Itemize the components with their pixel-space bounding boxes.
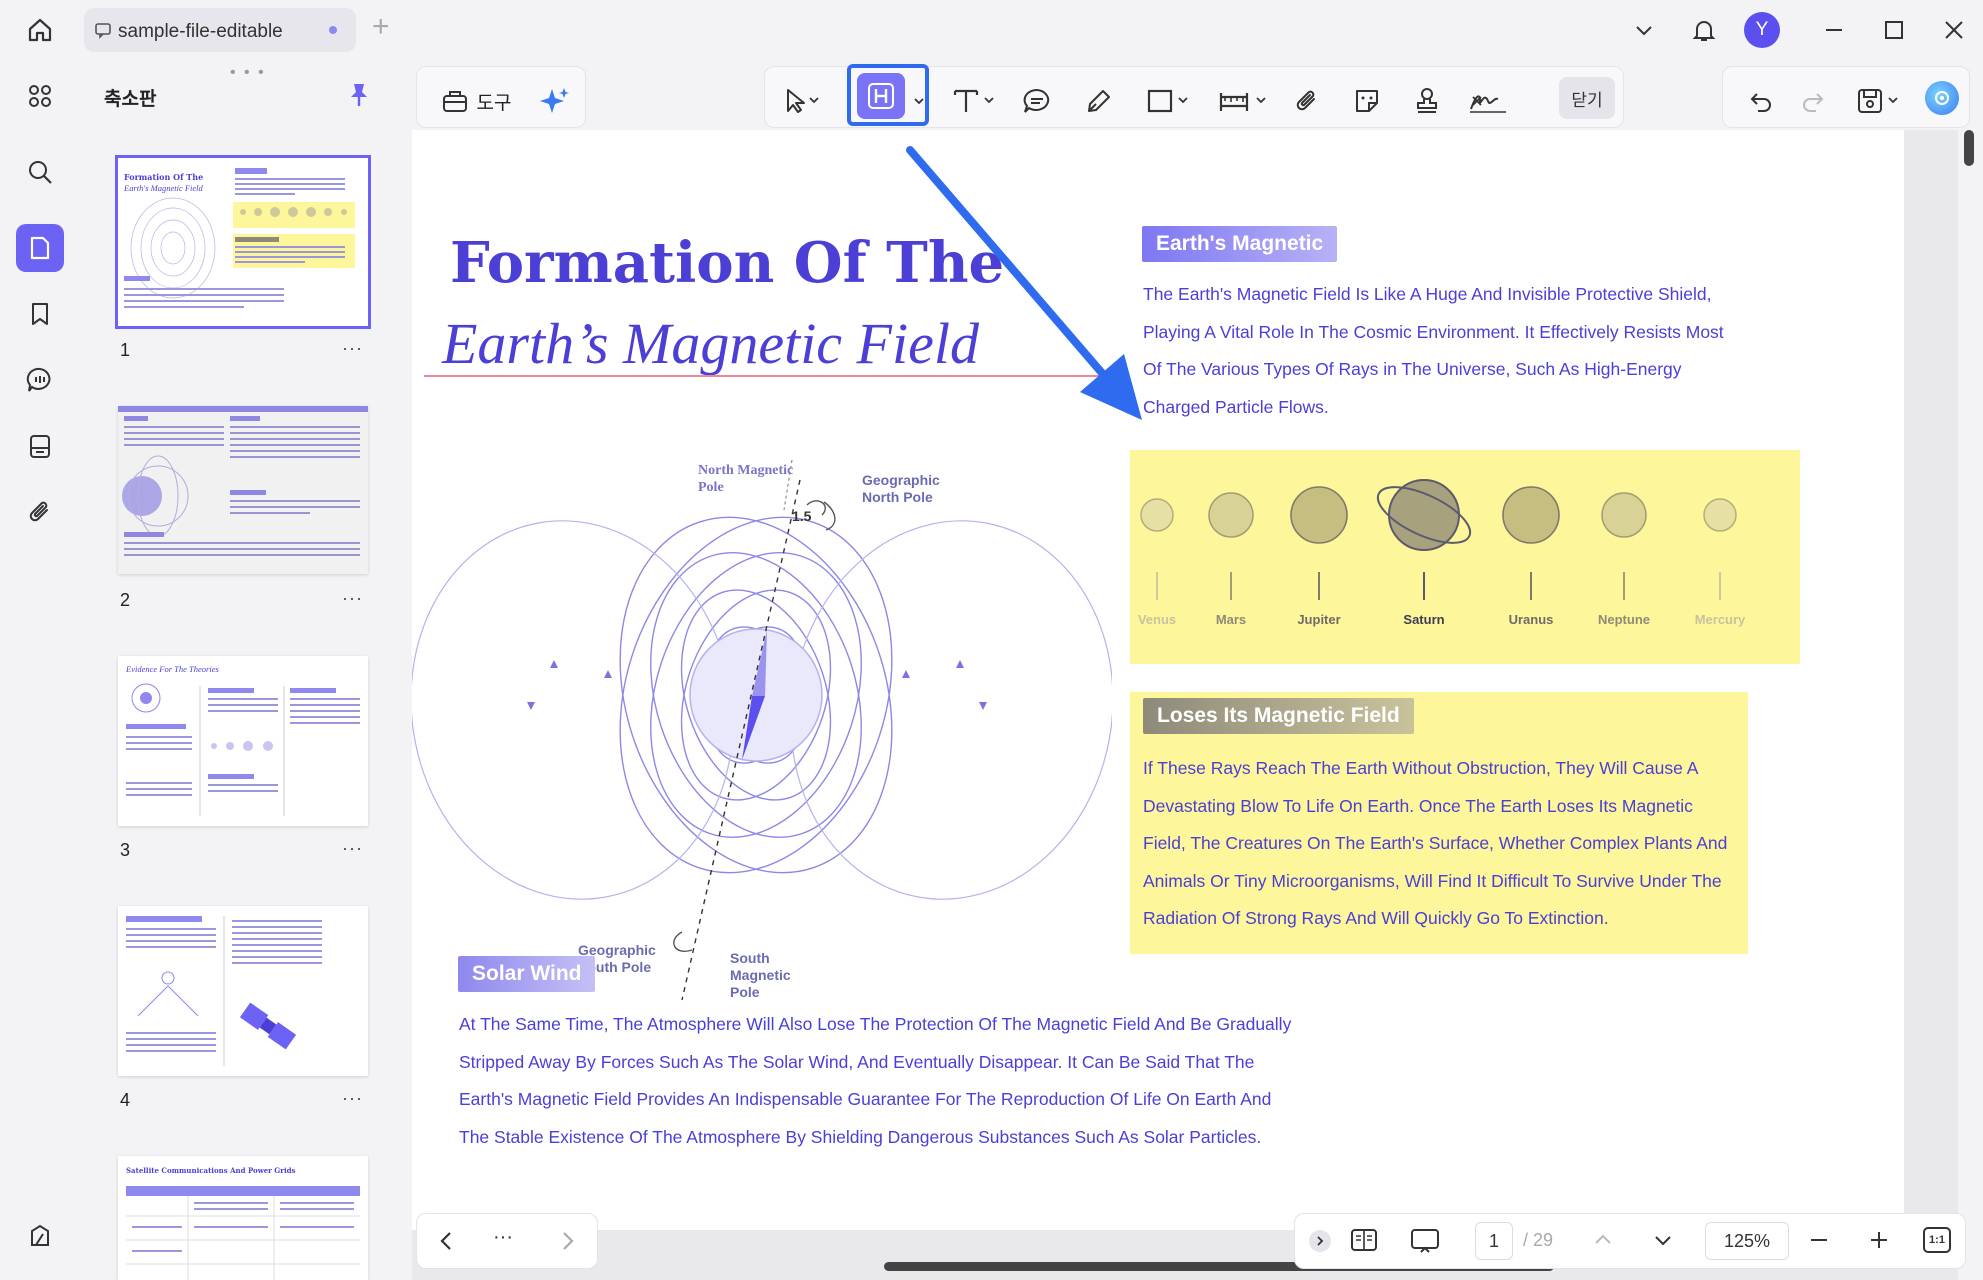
page-more-button-4[interactable]: ···: [342, 1088, 363, 1109]
tools-label: 도구: [476, 92, 512, 114]
page-number-2: 2: [120, 590, 131, 610]
close-icon[interactable]: [1934, 10, 1974, 50]
comments-icon[interactable]: [16, 356, 64, 404]
new-tab-button[interactable]: +: [372, 10, 390, 44]
total-pages-label: / 29: [1523, 1230, 1554, 1250]
page-number-4: 4: [120, 1090, 131, 1110]
page-thumbnail-2[interactable]: [118, 406, 368, 574]
search-icon[interactable]: [16, 148, 64, 196]
current-page-input[interactable]: 1: [1475, 1222, 1513, 1260]
comment-icon: [94, 21, 112, 39]
redo-icon[interactable]: [1793, 77, 1833, 125]
sticker-icon[interactable]: [1345, 77, 1389, 125]
page-thumbnail-1[interactable]: Formation Of The Earth's Magnetic Field: [115, 155, 371, 329]
document-tab[interactable]: sample-file-editable: [84, 8, 356, 52]
comment-icon[interactable]: [1015, 77, 1059, 125]
home-icon[interactable]: [20, 10, 60, 50]
page-more-button-1[interactable]: ···: [342, 338, 363, 359]
rectangle-icon[interactable]: [1137, 77, 1197, 125]
bell-icon[interactable]: [1684, 10, 1724, 50]
pin-icon[interactable]: [348, 82, 370, 108]
text-icon[interactable]: [943, 77, 1003, 125]
page-more-button-3[interactable]: ···: [342, 838, 363, 859]
collapse-chevron-icon[interactable]: [1309, 1230, 1331, 1252]
attachment-icon[interactable]: [1285, 77, 1329, 125]
user-avatar[interactable]: Y: [1744, 12, 1780, 48]
chevron-down-icon[interactable]: [1624, 10, 1664, 50]
zoom-level-field[interactable]: 125%: [1705, 1222, 1789, 1260]
thumbnails-icon[interactable]: [16, 224, 64, 272]
maximize-icon[interactable]: [1874, 10, 1914, 50]
page-up-chevron-icon[interactable]: [1591, 1228, 1615, 1252]
ai-sparkle-icon[interactable]: [535, 77, 575, 125]
highlight-icon[interactable]: [857, 73, 905, 119]
minimize-icon[interactable]: [1814, 10, 1854, 50]
page-number-3: 3: [120, 840, 131, 860]
undo-icon[interactable]: [1741, 77, 1781, 125]
panel-drag-handle[interactable]: • • •: [230, 64, 266, 82]
signature-icon[interactable]: [1463, 77, 1513, 125]
panel-title: 축소판: [104, 89, 157, 110]
page-thumbnail-5[interactable]: Satellite Communications And Power Grids: [118, 1156, 368, 1280]
form-icon[interactable]: [16, 422, 64, 470]
bookmark-icon[interactable]: [16, 290, 64, 338]
vertical-scrollbar-thumb[interactable]: [1964, 130, 1974, 166]
previous-icon[interactable]: [435, 1228, 459, 1254]
page-thumbnail-3[interactable]: Evidence For The Theories: [118, 656, 368, 826]
pdf-page: Formation Of The Earth’s Magnetic Field: [412, 130, 1904, 1230]
more-options-button[interactable]: ···: [493, 1226, 513, 1249]
title-bar: sample-file-editable + Y: [0, 0, 1983, 58]
two-page-view-icon[interactable]: [1349, 1226, 1379, 1254]
next-icon[interactable]: [555, 1228, 579, 1254]
tools-group: 도구: [416, 66, 586, 128]
tab-title: sample-file-editable: [118, 21, 283, 42]
save-icon[interactable]: [1847, 77, 1907, 125]
pointer-icon[interactable]: [773, 77, 829, 125]
grid-view-icon[interactable]: [16, 72, 64, 120]
attachment-icon[interactable]: [16, 488, 64, 536]
close-toolbar-button[interactable]: 닫기: [1559, 77, 1615, 119]
edition-icon[interactable]: [16, 1212, 64, 1260]
file-actions-group: [1722, 66, 1970, 128]
actual-size-button[interactable]: 1:1: [1923, 1227, 1951, 1253]
pen-icon[interactable]: [1077, 77, 1121, 125]
measure-icon[interactable]: [1209, 77, 1275, 125]
annotation-toolbar: 닫기: [764, 64, 1624, 128]
page-more-button-2[interactable]: ···: [342, 588, 363, 609]
page-number-1: 1: [120, 340, 131, 360]
unsaved-dot: [329, 26, 337, 34]
page-nav-right-group: 1 / 29 125% 1:1: [1294, 1213, 1966, 1269]
zoom-out-icon[interactable]: [1807, 1228, 1831, 1252]
page-thumbnail-4[interactable]: [118, 906, 368, 1076]
highlight-options-chevron-icon[interactable]: [909, 77, 929, 125]
thumbnails-panel: • • • 축소판 Formation Of The Earth's Magne…: [84, 58, 406, 1280]
stamp-icon[interactable]: [1405, 77, 1449, 125]
page-nav-left-group: ···: [416, 1213, 598, 1269]
left-rail: [0, 58, 80, 1280]
presentation-icon[interactable]: [1409, 1226, 1441, 1256]
tools-button[interactable]: 도구: [431, 77, 521, 125]
zoom-in-icon[interactable]: [1867, 1228, 1891, 1252]
page-down-chevron-icon[interactable]: [1651, 1228, 1675, 1252]
ai-assistant-icon[interactable]: [1925, 81, 1959, 115]
annotation-arrow: [906, 146, 1142, 420]
